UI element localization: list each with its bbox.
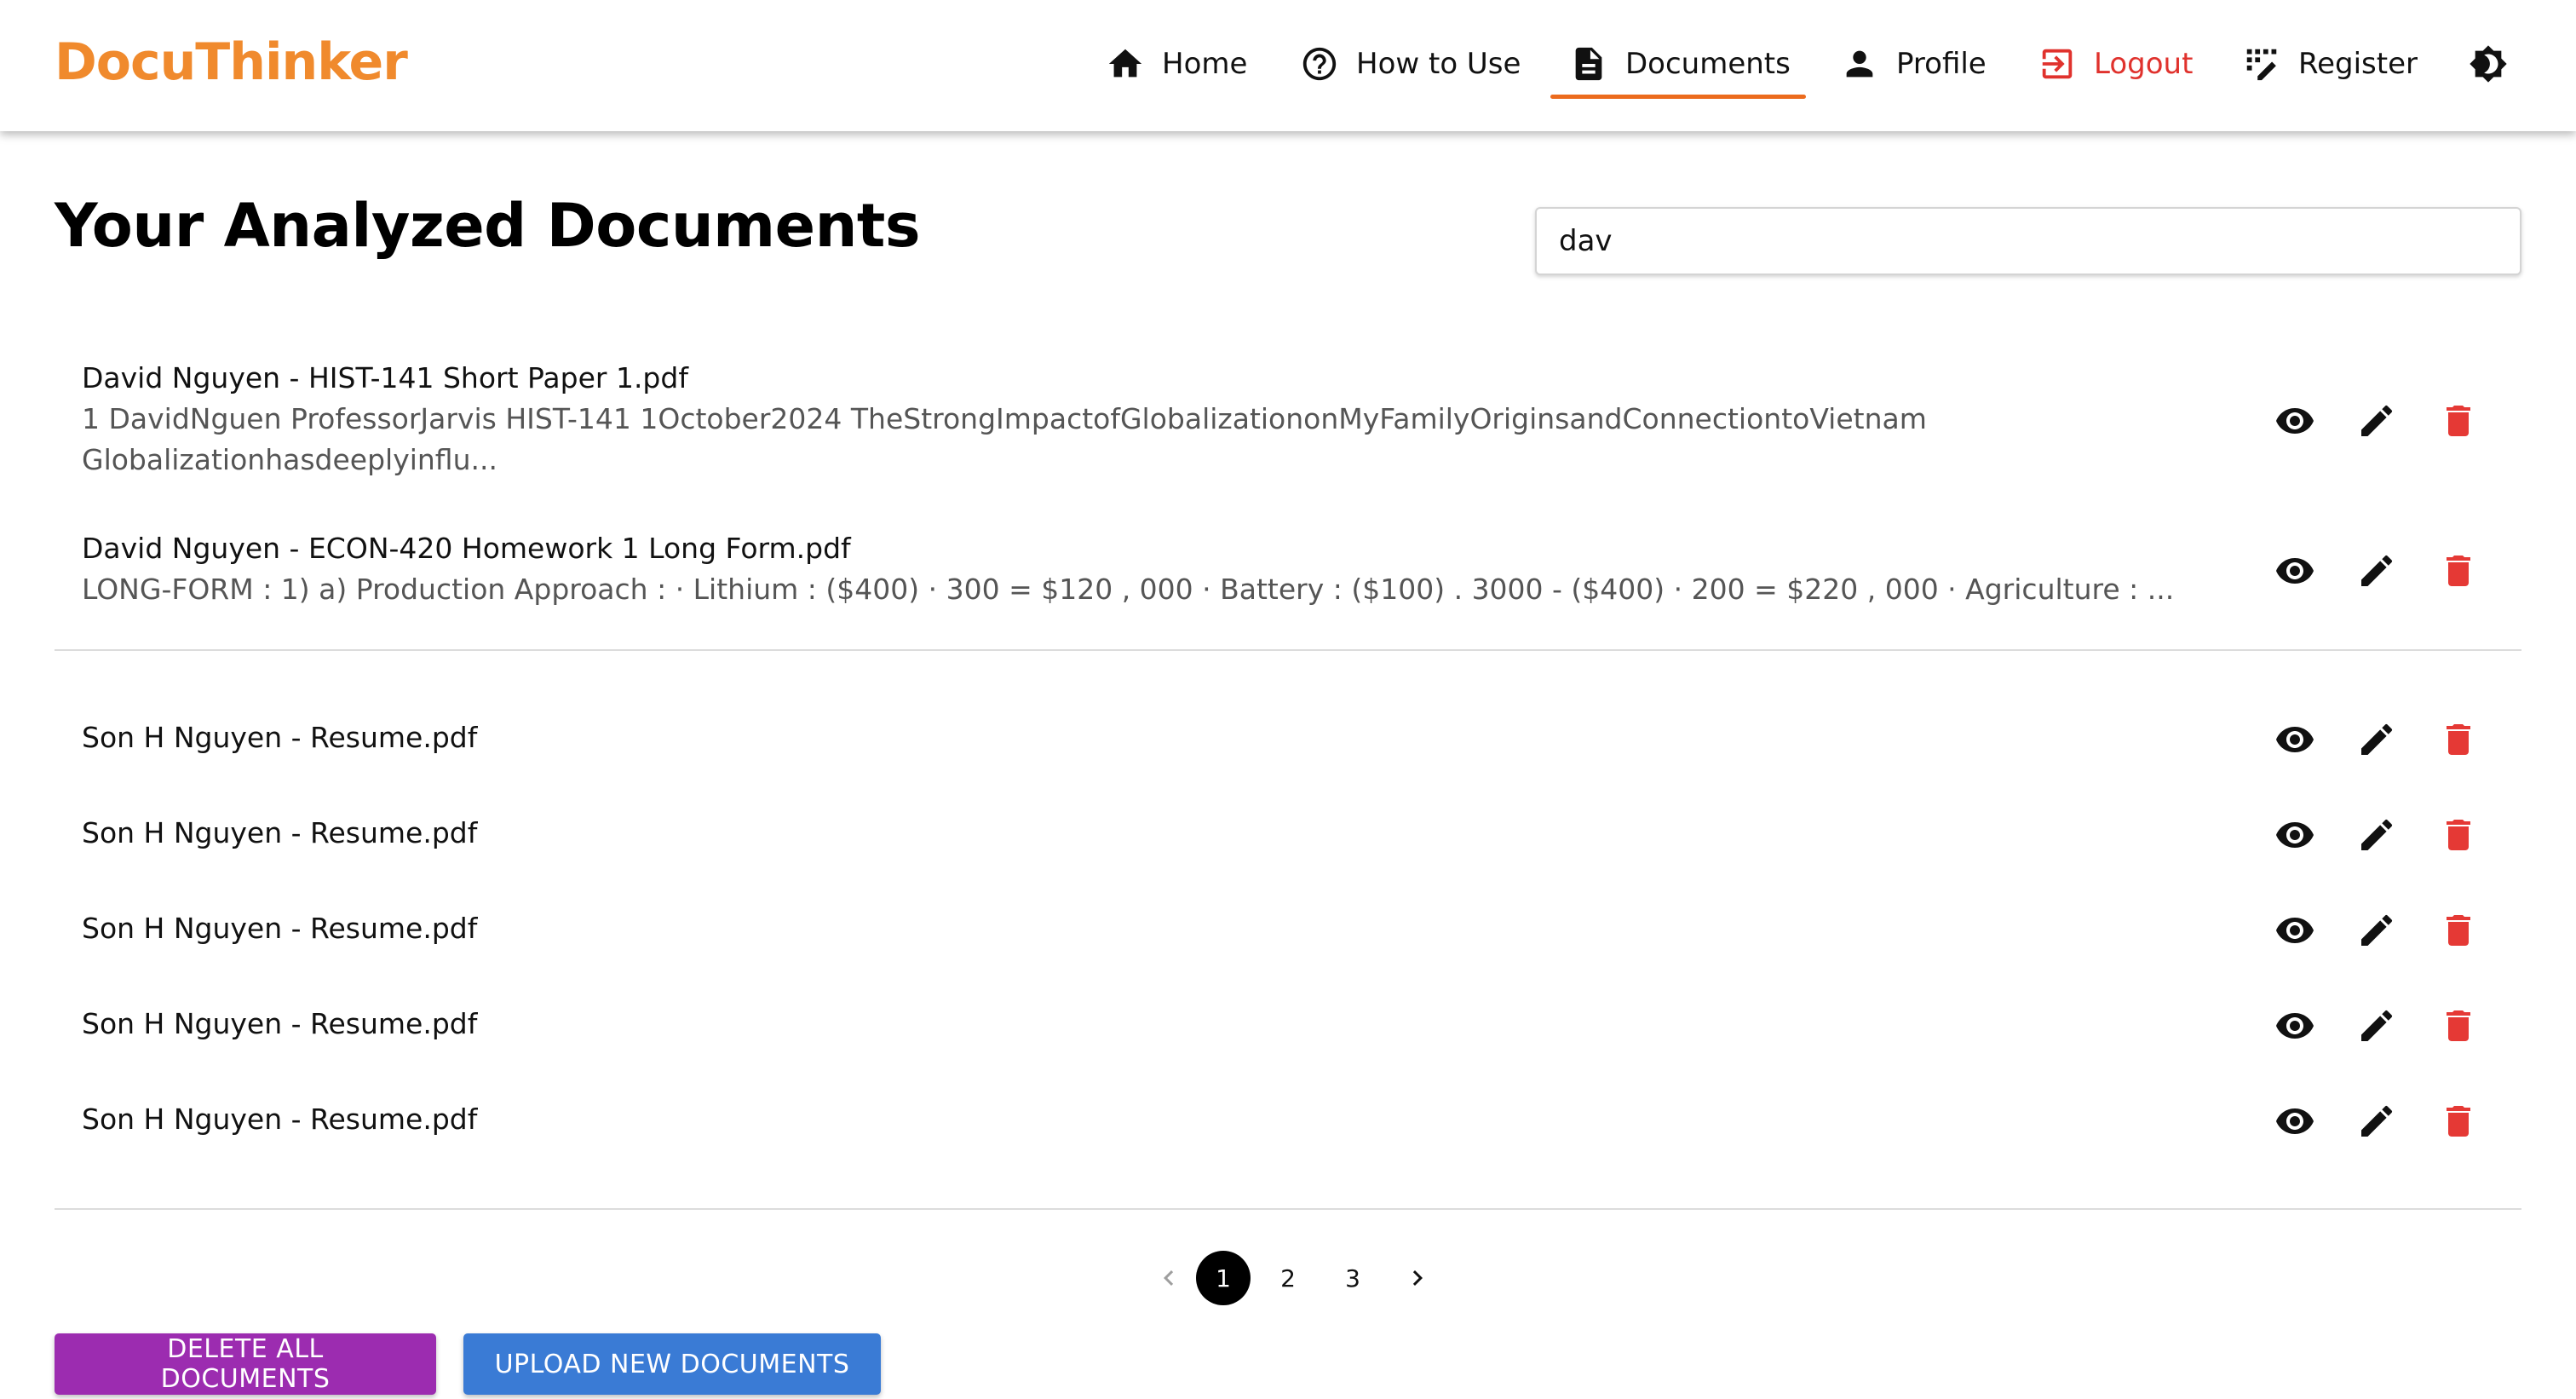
delete-button[interactable] [2433, 395, 2484, 446]
delete-button[interactable] [2433, 1000, 2484, 1051]
upload-new-documents-button[interactable]: UPLOAD NEW DOCUMENTS [463, 1333, 881, 1395]
pagination-page-2[interactable]: 2 [1261, 1251, 1315, 1305]
trash-icon [2447, 1010, 2470, 1041]
help-circle-icon [1302, 47, 1337, 81]
document-title: David Nguyen - ECON-420 Homework 1 Long … [82, 532, 851, 565]
pagination-next-button[interactable] [1390, 1251, 1445, 1305]
view-button[interactable] [2269, 905, 2320, 956]
eye-icon [2276, 1013, 2314, 1039]
document-item[interactable]: Son H Nguyen - Resume.pdf [55, 809, 2521, 861]
document-item[interactable]: Son H Nguyen - Resume.pdf [55, 714, 2521, 765]
pencil-icon [2361, 723, 2393, 755]
top-navbar: DocuThinker Home How to Use Documents Pr… [0, 0, 2576, 131]
nav-register[interactable]: Register [2242, 39, 2418, 89]
nav-register-label: Register [2298, 47, 2418, 81]
edit-button[interactable] [2351, 1000, 2402, 1051]
edit-button[interactable] [2351, 545, 2402, 596]
pagination-page-3[interactable]: 3 [1325, 1251, 1380, 1305]
pencil-icon [2361, 1105, 2393, 1137]
trash-icon [2447, 915, 2470, 946]
trash-icon [2447, 1106, 2470, 1137]
delete-button[interactable] [2433, 1096, 2484, 1147]
document-item[interactable]: David Nguyen - HIST-141 Short Paper 1.pd… [55, 358, 2521, 494]
document-snippet: 1 DavidNguen ProfessorJarvis HIST-141 1O… [82, 402, 1927, 476]
delete-button[interactable] [2433, 714, 2484, 765]
document-snippet: LONG-FORM : 1) a) Production Approach : … [82, 573, 2175, 606]
chevron-left-icon [1164, 1270, 1174, 1286]
edit-button[interactable] [2351, 905, 2402, 956]
view-button[interactable] [2269, 809, 2320, 861]
view-button[interactable] [2269, 714, 2320, 765]
delete-button[interactable] [2433, 545, 2484, 596]
list-divider [55, 649, 2521, 651]
pencil-icon [2361, 405, 2393, 436]
document-title: Son H Nguyen - Resume.pdf [82, 1007, 478, 1040]
view-button[interactable] [2269, 395, 2320, 446]
document-icon [1575, 47, 1602, 81]
search-input[interactable] [1535, 207, 2521, 275]
edit-button[interactable] [2351, 395, 2402, 446]
eye-icon [2276, 558, 2314, 584]
edit-button[interactable] [2351, 714, 2402, 765]
chevron-right-icon [1412, 1270, 1423, 1286]
nav-logout[interactable]: Logout [2038, 39, 2193, 89]
view-button[interactable] [2269, 1096, 2320, 1147]
eye-icon [2276, 1108, 2314, 1134]
pencil-icon [2361, 555, 2393, 586]
document-title: Son H Nguyen - Resume.pdf [82, 721, 478, 754]
edit-button[interactable] [2351, 1096, 2402, 1147]
eye-icon [2276, 408, 2314, 434]
trash-icon [2447, 820, 2470, 850]
pagination-page-1[interactable]: 1 [1196, 1251, 1251, 1305]
logout-icon [2042, 49, 2073, 79]
nav-profile-label: Profile [1896, 47, 1987, 81]
pencil-icon [2361, 914, 2393, 946]
document-title: Son H Nguyen - Resume.pdf [82, 816, 478, 849]
document-item[interactable]: David Nguyen - ECON-420 Homework 1 Long … [55, 528, 2521, 622]
document-title: David Nguyen - HIST-141 Short Paper 1.pd… [82, 361, 688, 394]
nav-home[interactable]: Home [1106, 39, 1247, 89]
nav-home-label: Home [1162, 47, 1248, 81]
document-item[interactable]: Son H Nguyen - Resume.pdf [55, 1096, 2521, 1147]
list-divider [55, 1208, 2521, 1210]
delete-button[interactable] [2433, 809, 2484, 861]
trash-icon [2447, 406, 2470, 436]
nav-how-to-use-label: How to Use [1356, 47, 1521, 81]
nav-documents-label: Documents [1625, 47, 1791, 81]
theme-toggle-button[interactable] [2469, 39, 2508, 89]
pagination-prev-button[interactable] [1141, 1251, 1196, 1305]
register-icon [2246, 49, 2277, 81]
brightness-icon [2470, 45, 2507, 83]
document-item[interactable]: Son H Nguyen - Resume.pdf [55, 1000, 2521, 1051]
eye-icon [2276, 727, 2314, 752]
home-icon [1108, 49, 1142, 78]
eye-icon [2276, 822, 2314, 848]
page-title: Your Analyzed Documents [55, 191, 921, 261]
delete-all-documents-button[interactable]: DELETE ALL DOCUMENTS [55, 1333, 436, 1395]
nav-logout-label: Logout [2094, 47, 2194, 81]
brand-logo[interactable]: DocuThinker [55, 32, 408, 92]
view-button[interactable] [2269, 1000, 2320, 1051]
pencil-icon [2361, 1010, 2393, 1041]
view-button[interactable] [2269, 545, 2320, 596]
edit-button[interactable] [2351, 809, 2402, 861]
document-title: Son H Nguyen - Resume.pdf [82, 1103, 478, 1136]
eye-icon [2276, 918, 2314, 943]
person-icon [1846, 50, 1873, 78]
document-item[interactable]: Son H Nguyen - Resume.pdf [55, 905, 2521, 956]
pencil-icon [2361, 819, 2393, 850]
delete-button[interactable] [2433, 905, 2484, 956]
trash-icon [2447, 724, 2470, 755]
trash-icon [2447, 556, 2470, 586]
nav-documents[interactable]: Documents [1550, 39, 1806, 99]
nav-how-to-use[interactable]: How to Use [1300, 39, 1521, 89]
document-title: Son H Nguyen - Resume.pdf [82, 912, 478, 945]
nav-profile[interactable]: Profile [1840, 39, 1987, 89]
